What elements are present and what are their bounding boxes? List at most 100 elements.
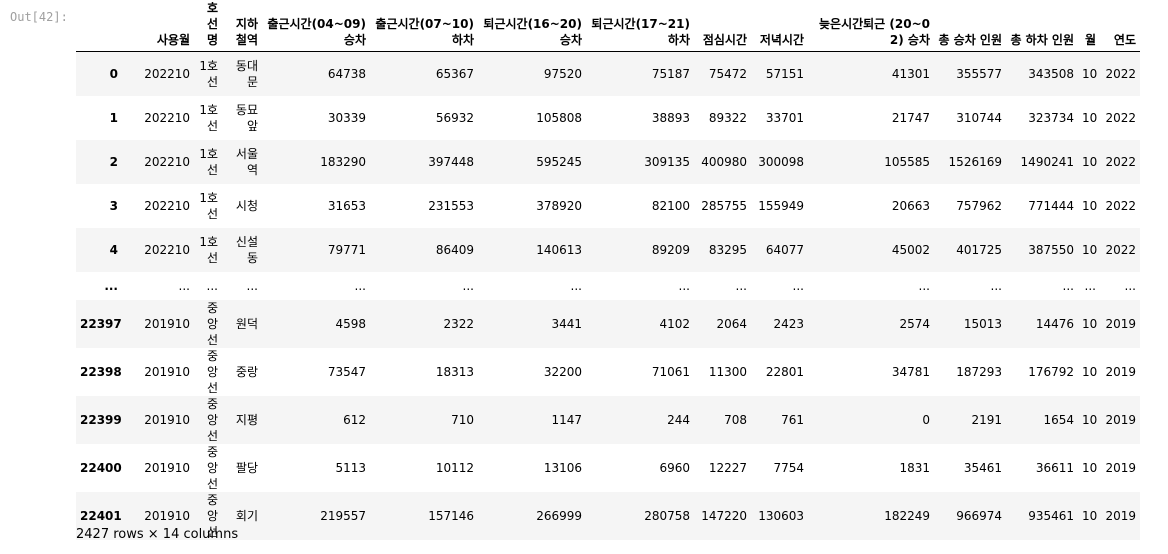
table-cell: 18313	[435, 364, 474, 379]
row-index: 22397	[80, 316, 122, 331]
table-cell: 원덕	[235, 316, 258, 331]
table-cell: 966974	[956, 508, 1002, 523]
table-cell: 41301	[891, 66, 930, 81]
table-cell: 105585	[884, 154, 930, 169]
table-cell: 202210	[144, 242, 190, 257]
table-cell: 10	[1082, 242, 1098, 257]
table-cell: 1호선	[199, 146, 218, 177]
table-cell: 309135	[644, 154, 690, 169]
table-cell: 31653	[327, 198, 366, 213]
column-header: 출근시간(07~10) 하차	[370, 0, 478, 52]
table-cell: 202210	[144, 66, 190, 81]
table-cell: 65367	[435, 66, 474, 81]
column-header: 연도	[1100, 0, 1140, 52]
table-cell: 64077	[765, 242, 804, 257]
table-cell: 105808	[536, 110, 582, 125]
table-cell: 10	[1082, 508, 1098, 523]
column-header: 출근시간(04~09) 승차	[262, 0, 370, 52]
table-cell: 400980	[701, 154, 747, 169]
table-cell: 97520	[543, 66, 582, 81]
column-header: 퇴근시간(16~20) 승차	[478, 0, 586, 52]
table-cell: 11300	[708, 364, 747, 379]
column-header: 퇴근시간(17~21) 하차	[586, 0, 694, 52]
table-cell: 176792	[1028, 364, 1074, 379]
table-body: 0 202210 1호선 동대문 64738 65367 97520 75187 75472 57…	[76, 51, 1140, 540]
table-cell: 323734	[1028, 110, 1074, 125]
table-cell: 1654	[1043, 412, 1074, 427]
column-header: 월	[1078, 0, 1100, 52]
table-cell: 710	[451, 412, 474, 427]
table-cell: 183290	[320, 154, 366, 169]
table-header: 사용월 호선명 지하철역 출근시간(04~09) 승차 출근시간(07~10) 하차 퇴근…	[76, 0, 1140, 52]
table-cell: ...	[918, 278, 930, 293]
table-cell: 36611	[1035, 460, 1074, 475]
column-header: 사용월	[122, 0, 194, 52]
table-cell: 300098	[758, 154, 804, 169]
table-cell: 1호선	[199, 102, 218, 133]
table-cell: 지평	[235, 412, 258, 427]
table-cell: 2574	[899, 316, 930, 331]
header-row: 사용월 호선명 지하철역 출근시간(04~09) 승차 출근시간(07~10) 하차 퇴근…	[76, 0, 1140, 52]
table-cell: 73547	[327, 364, 366, 379]
table-cell: 4598	[335, 316, 366, 331]
table-cell: 33701	[765, 110, 804, 125]
table-cell: 343508	[1028, 66, 1074, 81]
table-cell: 79771	[327, 242, 366, 257]
table-cell: 2019	[1105, 412, 1136, 427]
table-cell: 57151	[765, 66, 804, 81]
table-cell: 155949	[758, 198, 804, 213]
table-cell: 12227	[708, 460, 747, 475]
table-cell: ...	[206, 278, 218, 293]
table-cell: 동묘앞	[235, 102, 258, 133]
dataframe-output: 사용월 호선명 지하철역 출근시간(04~09) 승차 출근시간(07~10) 하차 퇴근…	[76, 0, 1140, 540]
table-cell: 1147	[551, 412, 582, 427]
table-cell: 21747	[891, 110, 930, 125]
table-cell: ...	[570, 278, 582, 293]
table-cell: 2191	[971, 412, 1002, 427]
table-cell: ...	[792, 278, 804, 293]
table-cell: 83295	[708, 242, 747, 257]
table-cell: 10	[1082, 412, 1098, 427]
table-cell: 355577	[956, 66, 1002, 81]
table-cell: 219557	[320, 508, 366, 523]
table-cell: 10	[1082, 154, 1098, 169]
table-cell: 89209	[651, 242, 690, 257]
table-cell: 45002	[891, 242, 930, 257]
row-index: 22399	[80, 412, 122, 427]
table-cell: 2019	[1105, 316, 1136, 331]
table-cell: 2019	[1105, 460, 1136, 475]
table-cell: 202210	[144, 154, 190, 169]
table-cell: ...	[1124, 278, 1136, 293]
table-cell: 935461	[1028, 508, 1074, 523]
table-cell: ...	[178, 278, 190, 293]
table-cell: 2019	[1105, 508, 1136, 523]
table-cell: 401725	[956, 242, 1002, 257]
shape-summary: 2427 rows × 14 columns	[76, 527, 239, 542]
table-cell: 13106	[543, 460, 582, 475]
table-cell: 378920	[536, 198, 582, 213]
table-cell: 202210	[144, 110, 190, 125]
table-cell: 2423	[773, 316, 804, 331]
table-cell: 10	[1082, 364, 1098, 379]
column-header: 총 승차 인원	[934, 0, 1006, 52]
table-cell: 1526169	[948, 154, 1002, 169]
table-cell: 7754	[773, 460, 804, 475]
column-header: 늦은시간퇴근 (20~02) 승차	[808, 0, 934, 52]
table-cell: 중앙선	[206, 444, 218, 491]
index-header	[76, 0, 122, 52]
table-cell: 89322	[708, 110, 747, 125]
table-cell: 285755	[701, 198, 747, 213]
table-cell: 757962	[956, 198, 1002, 213]
table-cell: 32200	[543, 364, 582, 379]
table-cell: 6960	[659, 460, 690, 475]
table-cell: 182249	[884, 508, 930, 523]
table-cell: 595245	[536, 154, 582, 169]
output-prompt-label: Out[42]:	[10, 10, 68, 24]
table-cell: 중랑	[235, 364, 258, 379]
table-cell: 1호선	[199, 58, 218, 89]
table-cell: 2022	[1105, 242, 1136, 257]
table-cell: ...	[990, 278, 1002, 293]
table-cell: 10	[1082, 316, 1098, 331]
table-cell: 동대문	[235, 58, 258, 89]
ellipsis-row: ........................................…	[76, 272, 1140, 300]
